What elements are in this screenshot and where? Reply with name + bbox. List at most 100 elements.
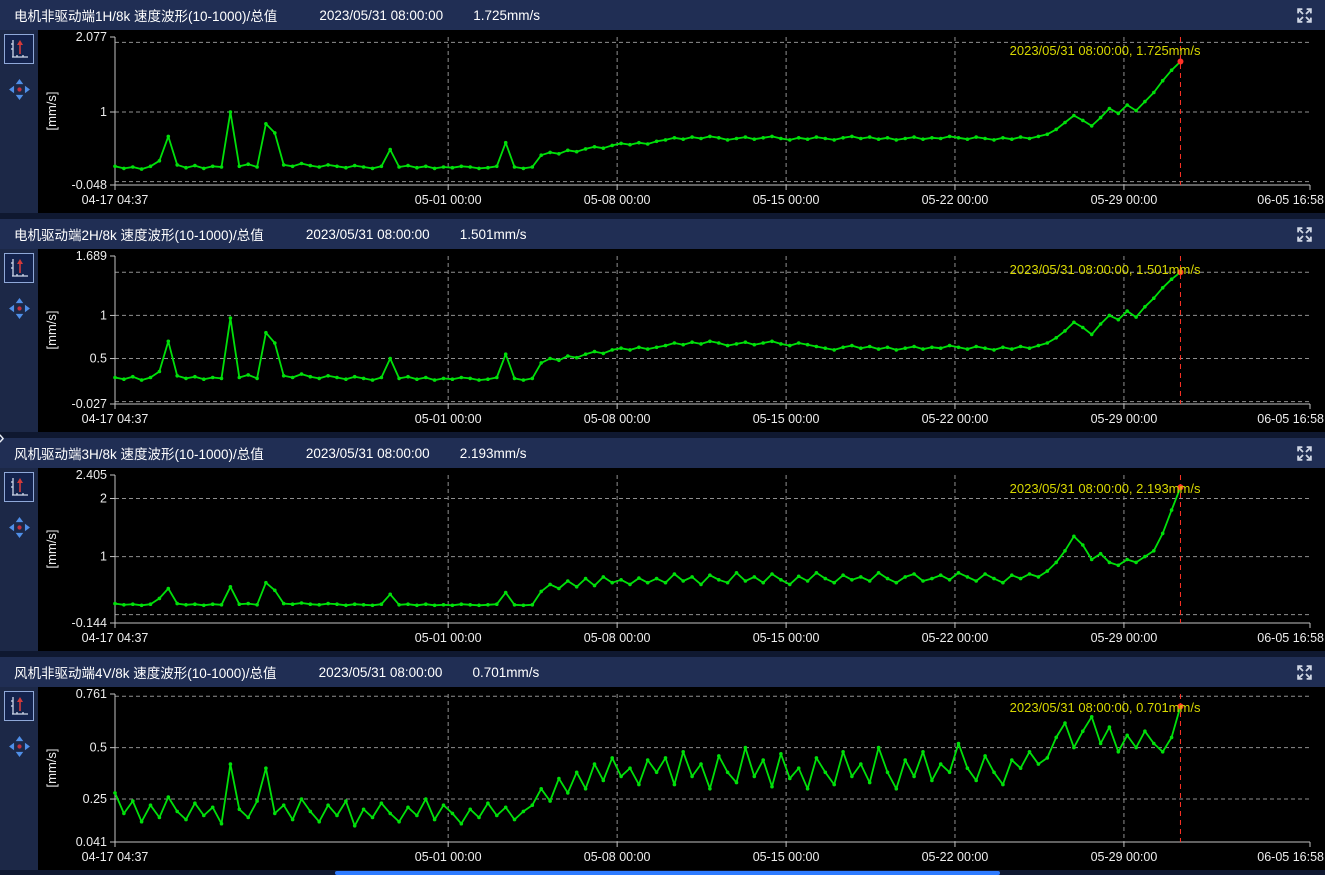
svg-text:05-01 00:00: 05-01 00:00	[415, 193, 482, 207]
chart-toolbar	[0, 687, 38, 870]
autoscale-axis-icon	[6, 255, 32, 281]
pan-move-icon	[8, 516, 31, 539]
svg-text:05-22 00:00: 05-22 00:00	[922, 631, 989, 645]
svg-text:06-05 16:58: 06-05 16:58	[1257, 193, 1324, 207]
panel-header: 风机驱动端3H/8k 速度波形(10-1000)/总值 2023/05/31 0…	[0, 438, 1325, 468]
trend-chart[interactable]: 1.68910.5-0.02704-17 04:3705-01 00:0005-…	[38, 249, 1325, 432]
svg-text:05-22 00:00: 05-22 00:00	[922, 193, 989, 207]
svg-text:[mm/s]: [mm/s]	[44, 311, 59, 350]
cursor-value: 1.725mm/s	[473, 8, 540, 23]
channel-title: 风机非驱动端4V/8k 速度波形(10-1000)/总值	[14, 662, 277, 682]
svg-text:05-22 00:00: 05-22 00:00	[922, 412, 989, 426]
cursor-value: 1.501mm/s	[460, 227, 527, 242]
svg-text:2023/05/31 08:00:00, 0.701mm/s: 2023/05/31 08:00:00, 0.701mm/s	[1010, 700, 1201, 715]
svg-text:0.041: 0.041	[76, 835, 107, 849]
chart-toolbar	[0, 30, 38, 213]
pan-move-icon	[8, 78, 31, 101]
cursor-timestamp: 2023/05/31 08:00:00	[306, 227, 430, 242]
trend-panel-2: 电机驱动端2H/8k 速度波形(10-1000)/总值 2023/05/31 0…	[0, 219, 1325, 432]
pan-move-icon	[8, 297, 31, 320]
panel-header: 电机非驱动端1H/8k 速度波形(10-1000)/总值 2023/05/31 …	[0, 0, 1325, 30]
expand-icon	[1296, 7, 1313, 24]
channel-title: 风机驱动端3H/8k 速度波形(10-1000)/总值	[14, 443, 264, 463]
sidebar-expand-button[interactable]: ›	[0, 428, 5, 448]
cursor-timestamp: 2023/05/31 08:00:00	[319, 665, 443, 680]
trend-panel-3: 风机驱动端3H/8k 速度波形(10-1000)/总值 2023/05/31 0…	[0, 438, 1325, 651]
svg-text:05-08 00:00: 05-08 00:00	[584, 193, 651, 207]
chart-area: 0.761 0.5 0.25 0.04104-17 04:37 05-01 00:00 0…	[38, 687, 1325, 870]
svg-text:2: 2	[100, 492, 107, 506]
autoscale-button[interactable]	[4, 691, 34, 721]
svg-text:2.077: 2.077	[76, 30, 107, 44]
chart-area: 2.0771-0.04804-17 04:3705-01 00:0005-08 …	[38, 30, 1325, 213]
svg-text:1.689: 1.689	[76, 249, 107, 263]
cursor-timestamp: 2023/05/31 08:00:00	[319, 8, 443, 23]
svg-text:06-05 16:58: 06-05 16:58	[1257, 412, 1324, 426]
autoscale-axis-icon	[6, 36, 32, 62]
pan-button[interactable]	[7, 77, 31, 101]
svg-text:04-17 04:37: 04-17 04:37	[82, 631, 149, 645]
svg-text:05-29 00:00: 05-29 00:00	[1091, 631, 1158, 645]
autoscale-button[interactable]	[4, 34, 34, 64]
svg-text:05-01 00:00: 05-01 00:00	[415, 631, 482, 645]
panel-header: 电机驱动端2H/8k 速度波形(10-1000)/总值 2023/05/31 0…	[0, 219, 1325, 249]
svg-text:05-22 00:00: 05-22 00:00	[922, 850, 989, 864]
expand-button[interactable]	[1294, 5, 1315, 26]
cursor-timestamp: 2023/05/31 08:00:00	[306, 446, 430, 461]
svg-text:-0.144: -0.144	[72, 616, 107, 630]
trend-panel-1: 电机非驱动端1H/8k 速度波形(10-1000)/总值 2023/05/31 …	[0, 0, 1325, 213]
svg-text:05-15 00:00: 05-15 00:00	[753, 193, 820, 207]
svg-text:[mm/s]: [mm/s]	[44, 530, 59, 569]
svg-text:06-05 16:58: 06-05 16:58	[1257, 631, 1324, 645]
vibration-monitor-app: 电机非驱动端1H/8k 速度波形(10-1000)/总值 2023/05/31 …	[0, 0, 1325, 875]
svg-text:2023/05/31 08:00:00, 2.193mm/s: 2023/05/31 08:00:00, 2.193mm/s	[1010, 481, 1201, 496]
svg-text:05-01 00:00: 05-01 00:00	[415, 850, 482, 864]
svg-text:-0.027: -0.027	[72, 397, 107, 411]
expand-icon	[1296, 664, 1313, 681]
svg-text:05-29 00:00: 05-29 00:00	[1091, 850, 1158, 864]
svg-text:05-29 00:00: 05-29 00:00	[1091, 412, 1158, 426]
chart-row: 1.68910.5-0.02704-17 04:3705-01 00:0005-…	[0, 249, 1325, 432]
svg-text:04-17 04:37: 04-17 04:37	[82, 850, 149, 864]
svg-text:05-15 00:00: 05-15 00:00	[753, 412, 820, 426]
svg-text:05-08 00:00: 05-08 00:00	[584, 631, 651, 645]
chart-toolbar	[0, 249, 38, 432]
svg-text:2.405: 2.405	[76, 468, 107, 482]
svg-text:2023/05/31 08:00:00, 1.725mm/s: 2023/05/31 08:00:00, 1.725mm/s	[1010, 43, 1201, 58]
expand-button[interactable]	[1294, 443, 1315, 464]
trend-chart[interactable]: 0.761 0.5 0.25 0.04104-17 04:37 05-01 00:00 0…	[38, 687, 1325, 870]
cursor-value: 2.193mm/s	[460, 446, 527, 461]
autoscale-axis-icon	[6, 693, 32, 719]
trend-panel-4: 风机非驱动端4V/8k 速度波形(10-1000)/总值 2023/05/31 …	[0, 657, 1325, 870]
panel-header: 风机非驱动端4V/8k 速度波形(10-1000)/总值 2023/05/31 …	[0, 657, 1325, 687]
svg-text:[mm/s]: [mm/s]	[44, 92, 59, 131]
chart-row: 2.405 2 1 -0.14404-17 04:37 05-01 00:00 05-08…	[0, 468, 1325, 651]
svg-text:1: 1	[100, 308, 107, 322]
trend-chart[interactable]: 2.405 2 1 -0.14404-17 04:37 05-01 00:00 05-08…	[38, 468, 1325, 651]
channel-title: 电机非驱动端1H/8k 速度波形(10-1000)/总值	[14, 5, 277, 25]
svg-text:0.25: 0.25	[83, 792, 107, 806]
horizontal-scrollbar-thumb[interactable]	[335, 871, 1000, 875]
pan-button[interactable]	[7, 515, 31, 539]
svg-text:0.5: 0.5	[90, 741, 107, 755]
chart-toolbar	[0, 468, 38, 651]
pan-button[interactable]	[7, 734, 31, 758]
svg-text:06-05 16:58: 06-05 16:58	[1257, 850, 1324, 864]
svg-text:1: 1	[100, 550, 107, 564]
svg-text:2023/05/31 08:00:00, 1.501mm/s: 2023/05/31 08:00:00, 1.501mm/s	[1010, 262, 1201, 277]
svg-text:0.761: 0.761	[76, 687, 107, 701]
chart-area: 2.405 2 1 -0.14404-17 04:37 05-01 00:00 05-08…	[38, 468, 1325, 651]
svg-text:04-17 04:37: 04-17 04:37	[82, 412, 149, 426]
trend-chart[interactable]: 2.0771-0.04804-17 04:3705-01 00:0005-08 …	[38, 30, 1325, 213]
expand-button[interactable]	[1294, 662, 1315, 683]
svg-text:04-17 04:37: 04-17 04:37	[82, 193, 149, 207]
svg-text:0.5: 0.5	[90, 352, 107, 366]
svg-text:05-15 00:00: 05-15 00:00	[753, 631, 820, 645]
svg-text:[mm/s]: [mm/s]	[44, 749, 59, 788]
autoscale-button[interactable]	[4, 253, 34, 283]
pan-button[interactable]	[7, 296, 31, 320]
pan-move-icon	[8, 735, 31, 758]
expand-button[interactable]	[1294, 224, 1315, 245]
autoscale-button[interactable]	[4, 472, 34, 502]
cursor-value: 0.701mm/s	[472, 665, 539, 680]
